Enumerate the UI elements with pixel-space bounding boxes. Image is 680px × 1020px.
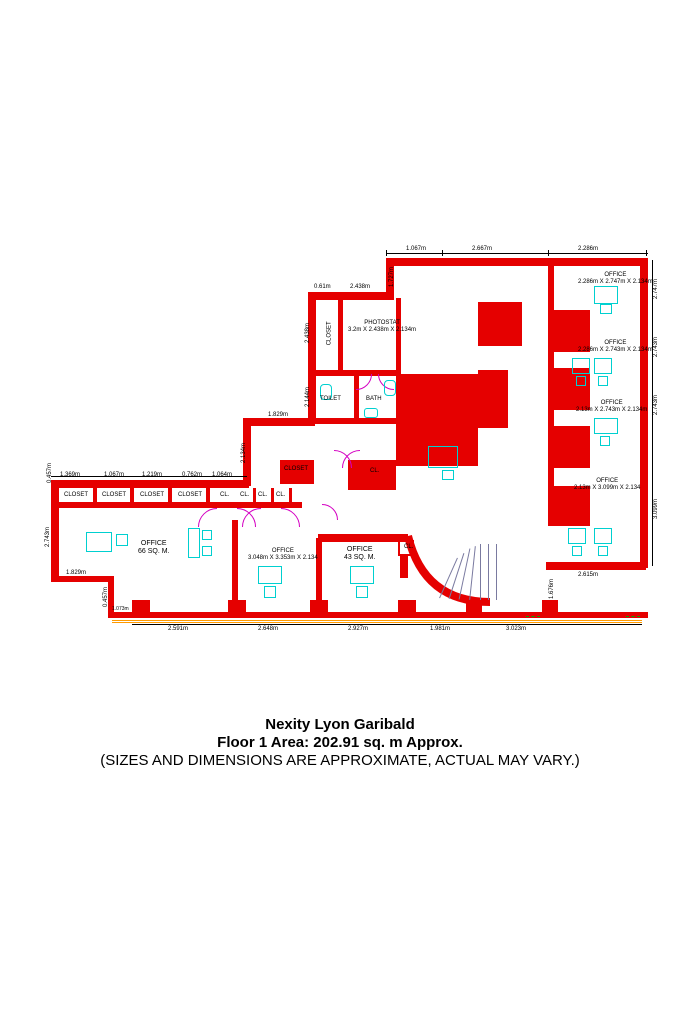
dim-rv5: 1.676m: [549, 579, 555, 599]
label-cl2: CL.: [240, 492, 249, 499]
dim-lt4: 0.762m: [182, 472, 202, 478]
label-office-r1: OFFICE2.286m X 2.747m X 2.134m: [578, 272, 653, 285]
dim-b1: 2.591m: [168, 626, 188, 632]
dim-ls1: 1.829m: [66, 570, 86, 576]
dim-lsv2: 0.457m: [103, 587, 109, 607]
title-line3: (SIZES AND DIMENSIONS ARE APPROXIMATE, A…: [0, 752, 680, 769]
label-cl3: CL.: [258, 492, 267, 499]
dim-m1: 1.829m: [268, 412, 288, 418]
label-photostat: PHOTOSTAT3.2m X 2.438m X 2.134m: [348, 320, 416, 333]
dim-rv1: 2.747m: [653, 279, 659, 299]
label-bath: BATH: [366, 396, 382, 403]
dim-uv1: 1.727m: [389, 267, 395, 287]
dim-top1: 1.067m: [406, 246, 426, 252]
label-closet-mid: CLOSET: [284, 466, 308, 473]
label-office66: OFFICE66 SQ. M.: [138, 540, 170, 555]
label-toilet: TOILET: [320, 396, 341, 403]
label-closet4: CLOSET: [178, 492, 202, 499]
floor-plan: OFFICE66 SQ. M. OFFICE3.048m X 3.353m X …: [48, 250, 648, 640]
label-closet1: CLOSET: [64, 492, 88, 499]
label-office-r4: OFFICE2.13m X 3.099m X 2.134: [574, 478, 640, 491]
dim-b5: 3.023m: [506, 626, 526, 632]
dim-rv3: 2.743m: [653, 395, 659, 415]
dim-rv2: 2.743m: [653, 337, 659, 357]
dim-lt3: 1.219m: [142, 472, 162, 478]
dim-lt2: 1.067m: [104, 472, 124, 478]
label-closet3: CLOSET: [140, 492, 164, 499]
label-closet-upper: CLOSET: [327, 321, 334, 345]
dim-mv1: 2.144m: [305, 387, 311, 407]
label-office43: OFFICE43 SQ. M.: [344, 546, 376, 561]
dim-mv2: 2.134m: [241, 443, 247, 463]
label-cl4: CL.: [276, 492, 285, 499]
title-line2: Floor 1 Area: 202.91 sq. m Approx.: [0, 734, 680, 751]
dim-b2: 2.648m: [258, 626, 278, 632]
dim-u2: 2.438m: [350, 284, 370, 290]
dim-u1: 0.61m: [314, 284, 331, 290]
dim-lsv1: 2.743m: [45, 527, 51, 547]
label-cl-stairs: CL.: [404, 544, 413, 551]
dim-rd1: 2.615m: [578, 572, 598, 578]
dim-lt1: 1.369m: [60, 472, 80, 478]
dim-top3: 2.286m: [578, 246, 598, 252]
label-closet2: CLOSET: [102, 492, 126, 499]
dim-b3: 2.927m: [348, 626, 368, 632]
label-office-r3: OFFICE2.13m X 2.743m X 2.134m: [576, 400, 647, 413]
dim-lt5: 1.064m: [212, 472, 232, 478]
dim-rv4: 3.099m: [653, 499, 659, 519]
title-line1: Nexity Lyon Garibald: [0, 716, 680, 733]
dim-ltv1: 0.457m: [47, 463, 53, 483]
label-cl1: CL.: [220, 492, 229, 499]
dim-b4: 1.981m: [430, 626, 450, 632]
label-cl-mid: CL.: [370, 468, 379, 475]
dim-ls2: 1.073m: [112, 606, 129, 612]
label-office-b1: OFFICE3.048m X 3.353m X 2.134: [248, 548, 318, 561]
dim-uv2: 2.438m: [305, 323, 311, 343]
label-office-r2: OFFICE2.286m X 2.743m X 2.134m: [578, 340, 653, 353]
dim-top2: 2.667m: [472, 246, 492, 252]
